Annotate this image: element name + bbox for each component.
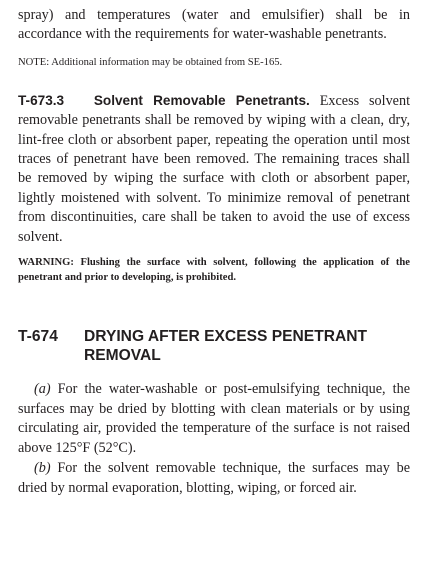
- note-text: NOTE: Additional information may be obta…: [18, 56, 283, 68]
- document-page: spray) and temperatures (water and emuls…: [18, 6, 410, 498]
- paragraph-body: Excess solvent removable penetrants shal…: [18, 92, 411, 245]
- section-heading-t674: T-674 DRYING AFTER EXCESS PENETRANT REMO…: [18, 327, 410, 365]
- paragraph-t6733: T-673.3 Solvent Removable Penetrants. Ex…: [18, 91, 410, 247]
- section-title: DRYING AFTER EXCESS PENETRANT REMOVAL: [84, 328, 368, 365]
- intro-paragraph: spray) and temperatures (water and emuls…: [18, 7, 410, 43]
- sub-item-a: (a) For the water-washable or post-emuls…: [18, 380, 410, 458]
- sub-item-b: (b) For the solvent removable technique,…: [18, 459, 410, 498]
- paragraph-title: Solvent Removable Penetrants.: [93, 92, 310, 108]
- section-number: T-674: [18, 328, 58, 346]
- sub-item-a-text: For the water-washable or post-emulsifyi…: [18, 381, 411, 456]
- warning-text: WARNING: Flushing the surface with solve…: [18, 257, 410, 284]
- paragraph-number: T-673.3: [18, 92, 65, 108]
- sub-item-b-label: (b): [34, 460, 51, 477]
- sub-item-a-label: (a): [34, 381, 51, 398]
- sub-item-b-text: For the solvent removable technique, the…: [18, 460, 410, 496]
